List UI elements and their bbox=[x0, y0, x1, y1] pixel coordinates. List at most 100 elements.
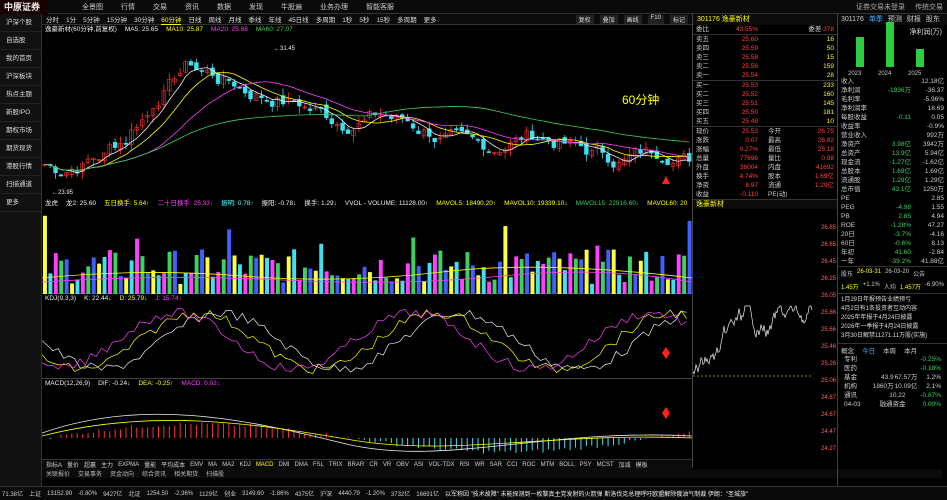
menu-item[interactable]: 智能客服 bbox=[366, 2, 394, 12]
period-tab[interactable]: 45日线 bbox=[288, 14, 308, 24]
period-tab[interactable]: 30分钟 bbox=[134, 14, 154, 24]
indicator-tab[interactable]: 量能 bbox=[144, 460, 156, 469]
fund-tab[interactable]: 单季 bbox=[869, 14, 883, 25]
intraday-minichart[interactable] bbox=[693, 266, 813, 466]
indicator-tab[interactable]: MCST bbox=[597, 462, 614, 468]
period-tab[interactable]: 5秒 bbox=[359, 14, 369, 24]
kline-panel[interactable]: 逸豪新材(60分钟,前复权) MA5: 25.65 MA10: 25.87 MA20:… bbox=[42, 25, 692, 199]
menu-item[interactable]: 发现 bbox=[249, 2, 263, 12]
indicator-tab[interactable]: 平均成本 bbox=[161, 460, 185, 469]
news-item[interactable]: 3月30日解禁11271.11万股(实施) bbox=[841, 332, 944, 341]
bottom-tab[interactable]: 扫描股 bbox=[206, 469, 224, 478]
top-right-link[interactable]: 证券交易未登录 bbox=[856, 2, 905, 12]
period-tab[interactable]: 更多 bbox=[424, 14, 437, 24]
period-tab[interactable]: 分时 bbox=[46, 14, 59, 24]
indicator-tab[interactable]: EXPMA bbox=[118, 462, 139, 468]
indicator-tab[interactable]: 量价 bbox=[67, 460, 79, 469]
chart-tool-button[interactable]: 叠加 bbox=[599, 15, 618, 24]
indicator-tab[interactable]: DMA bbox=[294, 462, 307, 468]
top-right-link[interactable]: 传统交易 bbox=[915, 2, 943, 12]
menu-item[interactable]: 业务办理 bbox=[320, 2, 348, 12]
volume-panel[interactable]: 龙虎 龙2: 25.60 五日换手: 5.64↑ 二十日换手: 25.33↑ 振明: 0… bbox=[42, 199, 692, 294]
news-item[interactable]: 2025年年报于4月24日披露 bbox=[841, 314, 944, 323]
indicator-tab[interactable]: MACD bbox=[256, 462, 274, 468]
bottom-tab[interactable]: 关联报价 bbox=[46, 469, 70, 478]
period-tab[interactable]: 1分 bbox=[66, 14, 76, 24]
indicator-tab[interactable]: CCI bbox=[507, 462, 517, 468]
left-nav-item[interactable]: 我的首页 bbox=[0, 50, 41, 68]
indicator-tab[interactable]: DMI bbox=[278, 462, 289, 468]
indicator-tab[interactable]: BRAR bbox=[348, 462, 365, 468]
indicator-tab[interactable]: FSL bbox=[313, 462, 324, 468]
period-tab[interactable]: 多周期 bbox=[316, 14, 336, 24]
left-nav-item[interactable]: 港股行情 bbox=[0, 158, 41, 176]
macd-panel[interactable]: MACD(12,26,9) DIF: -0.24↓ DEA: -0.25↑ MACD:… bbox=[42, 379, 692, 459]
period-tab[interactable]: 年线 bbox=[268, 14, 281, 24]
indicator-tab[interactable]: TRIX bbox=[329, 462, 343, 468]
indicator-tab[interactable]: 指标A bbox=[46, 460, 62, 469]
peer-item[interactable]: 医药 -0.18% bbox=[841, 364, 944, 373]
left-nav-item[interactable]: 沪深板块 bbox=[0, 68, 41, 86]
left-nav-item[interactable]: 热点主题 bbox=[0, 86, 41, 104]
period-tab[interactable]: 15秒 bbox=[376, 14, 390, 24]
left-nav-item[interactable]: 自选股 bbox=[0, 32, 41, 50]
kdj-chart[interactable] bbox=[42, 303, 692, 379]
bottom-tab[interactable]: 综合资讯 bbox=[142, 469, 166, 478]
kline-chart[interactable]: ←31.45 ←23.95 60分钟 bbox=[42, 34, 692, 199]
news-ticker[interactable]: 以军称因 "技术故障" 未能探测到一枚黎真主党发射的火箭弹 斯洛伐克总理呼吁欧盟… bbox=[445, 489, 748, 498]
peer-item[interactable]: 专利 -0.25% bbox=[841, 355, 944, 364]
indicator-tab[interactable]: VOL-TDX bbox=[429, 462, 455, 468]
period-tab[interactable]: 15分钟 bbox=[107, 14, 127, 24]
menu-item[interactable]: 数据 bbox=[217, 2, 231, 12]
fund-tab[interactable]: 股东 bbox=[926, 14, 940, 25]
indicator-tab[interactable]: SAR bbox=[490, 462, 502, 468]
period-tab[interactable]: 季线 bbox=[248, 14, 261, 24]
volume-chart[interactable] bbox=[42, 208, 692, 294]
indicator-tab[interactable]: BOLL bbox=[559, 462, 574, 468]
bottom-tab[interactable]: 资金动向 bbox=[110, 469, 134, 478]
left-nav-item[interactable]: 期权市场 bbox=[0, 122, 41, 140]
period-tab[interactable]: 1秒 bbox=[342, 14, 352, 24]
indicator-tab[interactable]: RSI bbox=[460, 462, 470, 468]
indicator-tab[interactable]: MA2 bbox=[222, 462, 234, 468]
indicator-tab[interactable]: MA bbox=[208, 462, 217, 468]
indicator-tab[interactable]: WR bbox=[475, 462, 485, 468]
chart-tool-button[interactable]: F10 bbox=[647, 15, 664, 24]
bottom-tab[interactable]: 交易事务 bbox=[78, 469, 102, 478]
period-tab[interactable]: 60分钟 bbox=[161, 14, 182, 25]
peer-tab[interactable]: 本周 bbox=[883, 345, 896, 355]
menu-item[interactable]: 全景图 bbox=[82, 2, 103, 12]
indicator-tab[interactable]: ASI bbox=[414, 462, 424, 468]
kdj-panel[interactable]: KDJ(9,3,3) K: 22.44↓ D: 25.79↓ J: 15.74↓ bbox=[42, 294, 692, 379]
indicator-tab[interactable]: MTM bbox=[541, 462, 555, 468]
period-tab[interactable]: 多周期 bbox=[397, 14, 417, 24]
peer-tab[interactable]: 今日 bbox=[862, 345, 875, 355]
indicator-tab[interactable]: EMV bbox=[190, 462, 203, 468]
news-item[interactable]: 1月29日年报预告业绩预亏 bbox=[841, 296, 944, 305]
bottom-tab[interactable]: 相关期货 bbox=[174, 469, 198, 478]
indicator-tab[interactable]: CR bbox=[369, 462, 378, 468]
menu-item[interactable]: 牛股遍 bbox=[281, 2, 302, 12]
chart-tool-button[interactable]: 标记 bbox=[669, 15, 688, 24]
left-nav-item[interactable]: 更多 bbox=[0, 194, 41, 212]
menu-item[interactable]: 资讯 bbox=[185, 2, 199, 12]
chart-tool-button[interactable]: 复权 bbox=[575, 15, 594, 24]
period-tab[interactable]: 5分钟 bbox=[83, 14, 100, 24]
indicator-tab[interactable]: 主力 bbox=[101, 460, 113, 469]
indicator-tab[interactable]: 加减 bbox=[619, 460, 631, 469]
peer-tab[interactable]: 本月 bbox=[904, 345, 917, 355]
indicator-tab[interactable]: VR bbox=[383, 462, 391, 468]
fund-tab[interactable]: 财报 bbox=[907, 14, 921, 25]
left-nav-item[interactable]: 期货现货 bbox=[0, 140, 41, 158]
left-nav-item[interactable]: 新股IPO bbox=[0, 104, 41, 122]
indicator-tab[interactable]: OBV bbox=[396, 462, 409, 468]
macd-chart[interactable] bbox=[42, 388, 692, 459]
indicator-tab[interactable]: 超赢 bbox=[84, 460, 96, 469]
menu-item[interactable]: 交易 bbox=[153, 2, 167, 12]
period-tab[interactable]: 日线 bbox=[188, 14, 201, 24]
indicator-tab[interactable]: PSY bbox=[580, 462, 592, 468]
left-nav-item[interactable]: 扫描通道 bbox=[0, 176, 41, 194]
indicator-tab[interactable]: 模板 bbox=[636, 460, 648, 469]
chart-tool-button[interactable]: 画线 bbox=[623, 15, 642, 24]
period-tab[interactable]: 周线 bbox=[208, 14, 221, 24]
